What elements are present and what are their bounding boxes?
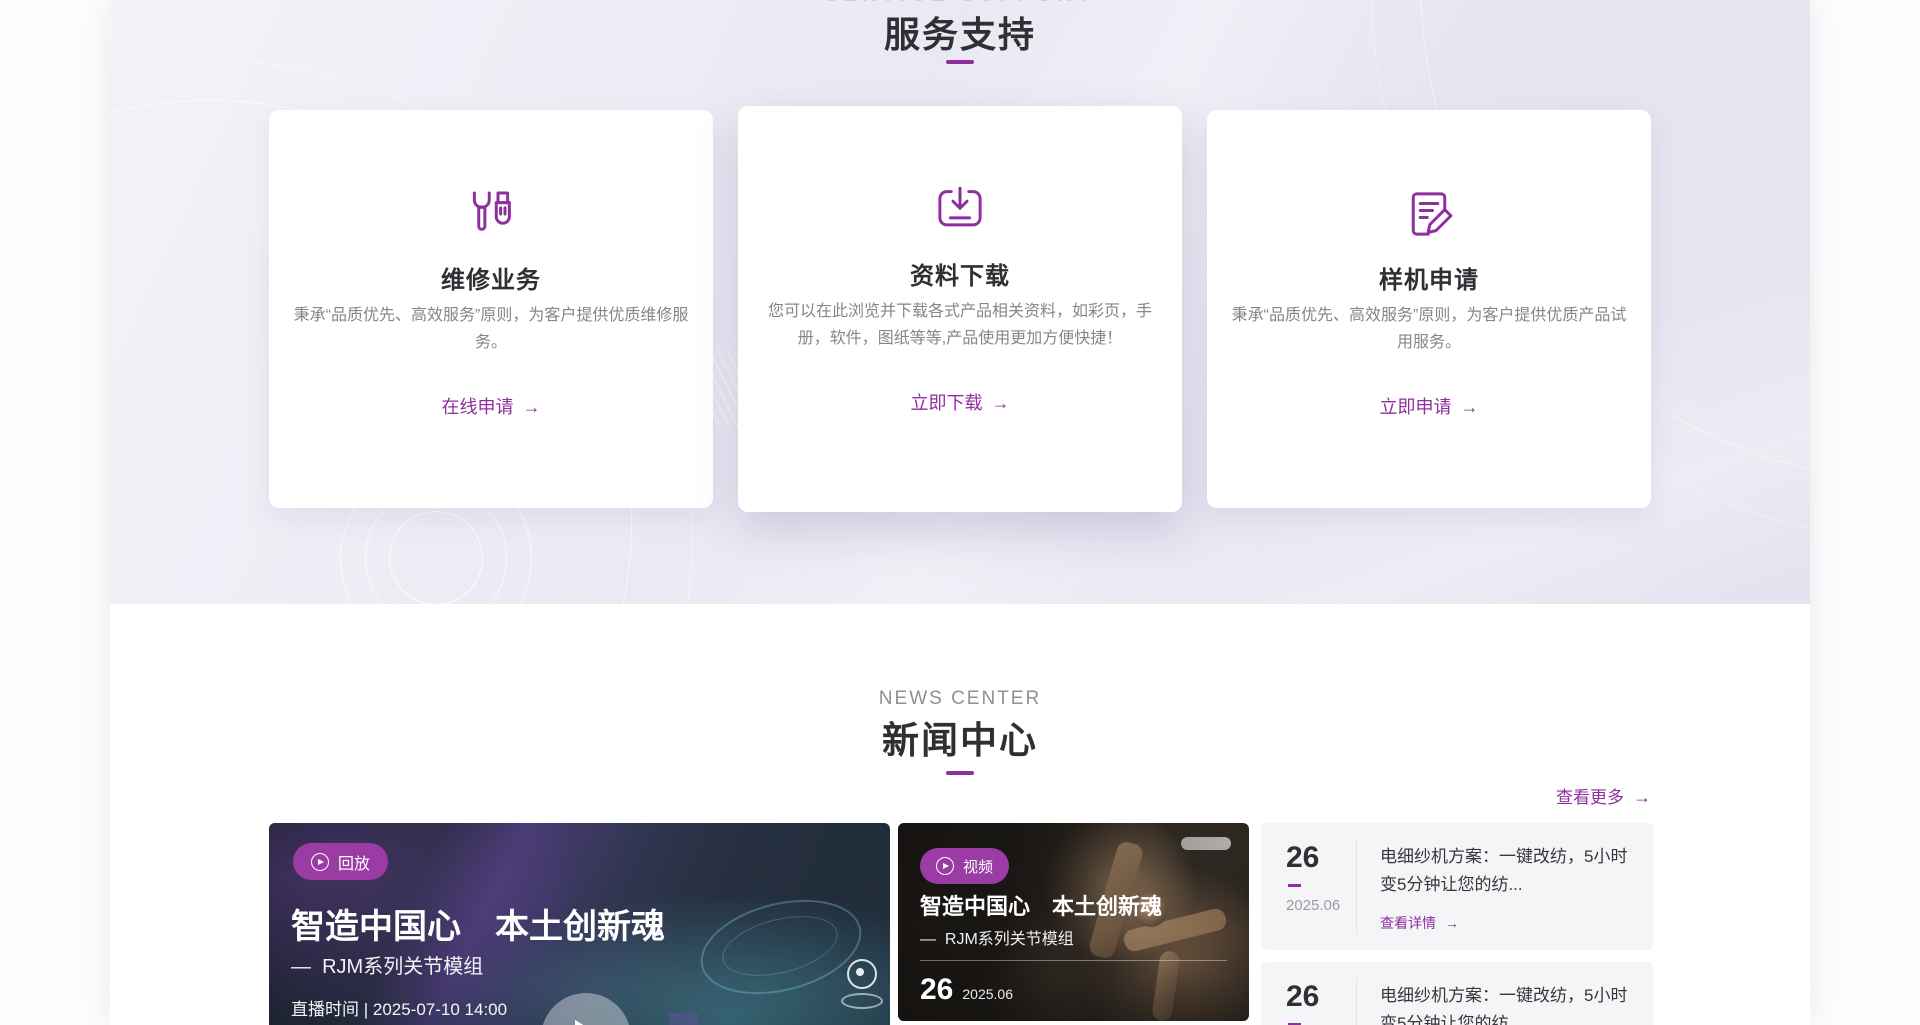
service-card-sample[interactable]: 样机申请 秉承“品质优先、高效服务”原则，为客户提供优质产品试用服务。 立即申请… — [1207, 110, 1651, 508]
title-underline — [946, 771, 974, 775]
play-icon — [311, 852, 329, 871]
card-title: 维修业务 — [441, 267, 541, 294]
video-date: 26 2025.06 — [920, 973, 1013, 1007]
card-description: 秉承“品质优先、高效服务”原则，为客户提供优质维修服务。 — [293, 307, 689, 351]
news-center-section: NEWS CENTER 新闻中心 查看更多 → 回放 智造中国心 本土创新魂 —… — [110, 604, 1810, 1025]
featured-subtitle: — RJM系列关节模组 — [291, 956, 484, 978]
homepage: SERVICE SUPPORT 服务支持 维修业务 秉承“品质优先、高效服务”原… — [0, 0, 1920, 1025]
date-day: 26 — [1286, 980, 1320, 1013]
news-title: 电细纱机方案：一键改纺，5小时变5分钟让您的纺... — [1380, 847, 1628, 894]
date-month: 2025.06 — [962, 986, 1013, 1002]
date-month: 2025.06 — [1286, 897, 1341, 914]
video-title: 智造中国心 本土创新魂 — [920, 894, 1163, 919]
date-day: 26 — [920, 973, 954, 1006]
replay-badge: 回放 — [293, 843, 389, 880]
section-eyebrow: NEWS CENTER — [878, 688, 1042, 709]
online-apply-link[interactable]: 在线申请 → — [269, 393, 713, 419]
play-icon — [936, 857, 954, 875]
featured-title: 智造中国心 本土创新魂 — [291, 908, 665, 946]
view-detail-link[interactable]: 查看详情 → — [1380, 913, 1459, 933]
divider — [1356, 978, 1357, 1025]
divider — [1356, 839, 1357, 934]
arrow-right-icon: → — [1633, 787, 1651, 807]
download-now-link[interactable]: 立即下载 → — [738, 389, 1182, 415]
service-card-repair[interactable]: 维修业务 秉承“品质优先、高效服务”原则，为客户提供优质维修服务。 在线申请 → — [269, 110, 713, 508]
arrow-right-icon: → — [522, 397, 541, 417]
map-pin-base — [841, 993, 883, 1009]
video-subtitle: — RJM系列关节模组 — [920, 931, 1074, 948]
content-container: SERVICE SUPPORT 服务支持 维修业务 秉承“品质优先、高效服务”原… — [110, 0, 1810, 1025]
news-list-item[interactable]: 26 2025.06 电细纱机方案：一键改纺，5小时变5分钟让您的纺... 查看… — [1261, 823, 1653, 950]
divider — [920, 960, 1227, 961]
title-underline — [946, 60, 974, 64]
arrow-right-icon: → — [1460, 397, 1479, 417]
arrow-right-icon: → — [991, 393, 1010, 413]
card-description: 秉承“品质优先、高效服务”原则，为客户提供优质产品试用服务。 — [1231, 307, 1627, 351]
service-card-download[interactable]: 资料下载 您可以在此浏览并下载各式产品相关资料，如彩页，手册，软件，图纸等等,产… — [738, 106, 1182, 512]
view-more-link[interactable]: 查看更多 → — [1556, 783, 1651, 808]
section-title: 服务支持 — [883, 14, 1036, 55]
map-pin-icon — [847, 959, 877, 989]
card-description: 您可以在此浏览并下载各式产品相关资料，如彩页，手册，软件，图纸等等,产品使用更加… — [767, 303, 1152, 347]
video-news-card[interactable]: 视频 智造中国心 本土创新魂 — RJM系列关节模组 26 2025.06 — [898, 823, 1249, 1021]
news-list-item[interactable]: 26 2025.06 电细纱机方案：一键改纺，5小时变5分钟让您的纺... 查看… — [1261, 962, 1653, 1025]
news-title: 电细纱机方案：一键改纺，5小时变5分钟让您的纺... — [1380, 986, 1628, 1025]
featured-news-card[interactable]: 回放 智造中国心 本土创新魂 — RJM系列关节模组 直播时间 | 2025-0… — [269, 823, 890, 1025]
document-edit-icon — [1401, 186, 1457, 242]
card-title: 样机申请 — [1379, 267, 1479, 294]
card-title: 资料下载 — [910, 263, 1010, 290]
date-day: 26 — [1286, 841, 1320, 874]
wrench-screwdriver-icon — [463, 186, 519, 242]
download-icon — [932, 182, 988, 238]
service-support-section: SERVICE SUPPORT 服务支持 维修业务 秉承“品质优先、高效服务”原… — [110, 0, 1810, 604]
date-underline — [1288, 884, 1301, 887]
section-title: 新闻中心 — [882, 720, 1038, 761]
arrow-right-icon: → — [1445, 915, 1459, 931]
video-badge: 视频 — [920, 848, 1010, 884]
apply-now-link[interactable]: 立即申请 → — [1207, 393, 1651, 419]
live-time-label: 直播时间 | 2025-07-10 14:00 — [291, 1000, 508, 1019]
